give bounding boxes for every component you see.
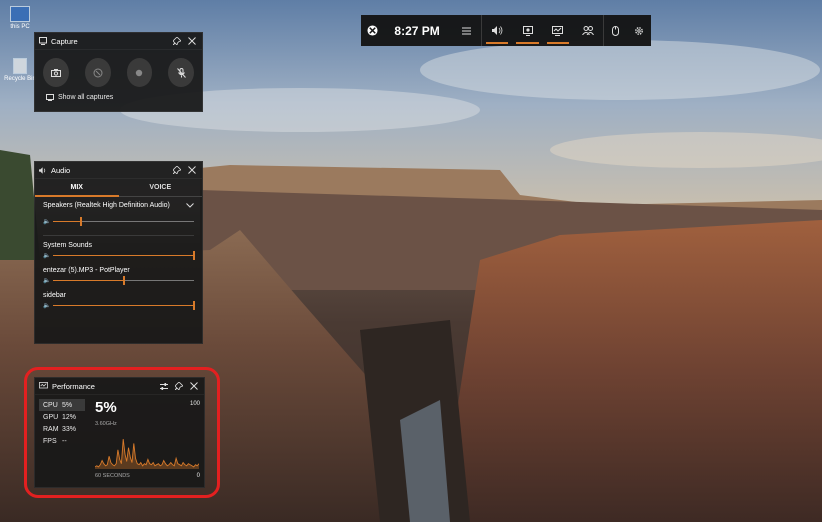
social-widget-button[interactable] [573, 15, 603, 46]
app-name: System Sounds [43, 242, 93, 249]
mic-off-icon [176, 67, 186, 78]
highlight-outline [24, 367, 220, 498]
tab-voice[interactable]: VOICE [118, 179, 202, 197]
volume-icon: 🔈 [43, 252, 51, 259]
close-icon[interactable] [186, 35, 198, 47]
chevron-down-icon [186, 203, 194, 208]
app-volume-slider[interactable]: 🔈 [43, 299, 195, 311]
volume-icon: 🔈 [43, 302, 51, 309]
widget-title: Capture [51, 36, 78, 46]
desktop-icon-recycle-bin[interactable]: Recycle Bin [3, 58, 37, 82]
pin-icon[interactable] [171, 164, 183, 176]
xbox-icon[interactable] [361, 25, 384, 36]
capture-icon [522, 25, 533, 36]
audio-widget-button[interactable] [482, 15, 512, 46]
settings-button[interactable] [628, 15, 651, 46]
device-name: Speakers (Realtek High Definition Audio) [43, 202, 170, 209]
gear-icon [635, 26, 644, 35]
volume-icon: 🔈 [43, 277, 51, 284]
capture-icon [39, 37, 47, 45]
audio-widget: Audio MIX VOICE Speakers (Realtek High D… [34, 161, 203, 344]
tab-mix[interactable]: MIX [35, 179, 119, 197]
app-name: sidebar [43, 292, 66, 299]
output-device-select[interactable]: Speakers (Realtek High Definition Audio) [43, 202, 194, 209]
app-volume-slider[interactable]: 🔈 [43, 274, 194, 286]
show-all-captures-link[interactable]: Show all captures [35, 87, 202, 101]
performance-icon [552, 25, 564, 36]
audio-header: Audio [35, 162, 202, 179]
menu-icon [461, 27, 471, 34]
clock: 8:27 PM [394, 23, 440, 38]
mouse-icon [612, 25, 620, 36]
speaker-icon [39, 166, 46, 174]
capture-header: Capture [35, 33, 202, 50]
performance-widget-button[interactable] [543, 15, 573, 46]
speaker-icon [491, 26, 503, 35]
people-icon [582, 26, 595, 35]
widget-menu-button[interactable] [451, 15, 481, 46]
mic-toggle-button[interactable] [168, 58, 194, 87]
app-name: entezar (5).MP3 - PotPlayer [43, 267, 130, 274]
capture-widget: Capture Show all captures [34, 32, 203, 112]
start-recording-button[interactable] [126, 58, 153, 87]
desktop-icon-this-pc[interactable]: this PC [3, 6, 37, 30]
record-last-30s-button[interactable] [84, 58, 111, 87]
record-icon [136, 69, 143, 76]
record-last-icon [93, 68, 103, 77]
widget-title: Audio [51, 165, 71, 175]
app-volume-potplayer: entezar (5).MP3 - PotPlayer 🔈 [35, 267, 202, 286]
screenshot-button[interactable] [43, 58, 69, 87]
divider [43, 235, 194, 236]
gallery-icon [46, 94, 54, 101]
pin-icon[interactable] [171, 35, 183, 47]
app-volume-slider[interactable]: 🔈 [43, 249, 195, 261]
close-icon[interactable] [186, 164, 198, 176]
recycle-bin-icon [13, 58, 27, 74]
mouse-lock-button[interactable] [604, 15, 627, 46]
capture-widget-button[interactable] [512, 15, 542, 46]
app-volume-system-sounds: System Sounds 🔈 [35, 242, 202, 261]
camera-icon [50, 68, 61, 77]
computer-icon [10, 6, 30, 22]
game-bar-topbar: 8:27 PM [361, 15, 651, 46]
device-volume-slider[interactable]: 🔈 [43, 215, 194, 227]
volume-icon: 🔈 [43, 218, 51, 225]
app-volume-sidebar: sidebar 🔈 [35, 292, 202, 311]
